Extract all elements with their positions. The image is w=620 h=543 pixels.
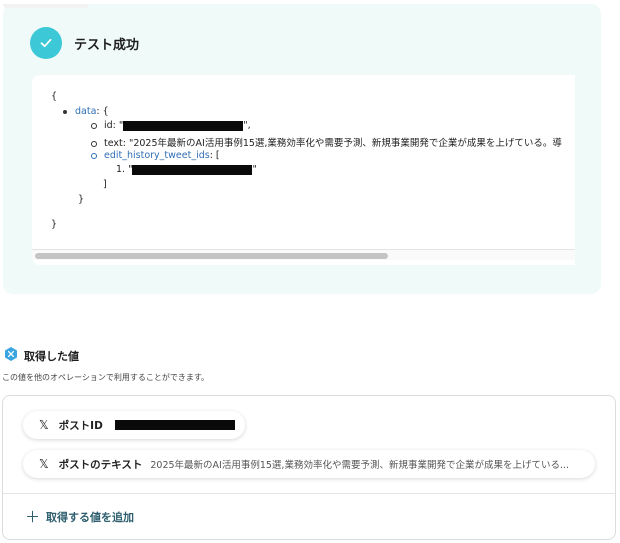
panel-tab: [3, 4, 89, 8]
json-history-line: edit_history_tweet_ids: [: [91, 150, 220, 161]
value-chip-post-id[interactable]: 𝕏 ポストID: [23, 411, 245, 439]
hexagon-x-icon: [3, 346, 19, 365]
json-data-line: data: {: [63, 106, 109, 117]
redacted-block: [123, 120, 244, 131]
json-id-label: id: ": [104, 120, 124, 131]
json-text-value: text: "2025年最新のAI活用事例15選,業務効率化や需要予測、新規事業…: [104, 138, 562, 149]
value-chip-post-text[interactable]: 𝕏 ポストのテキスト 2025年最新のAI活用事例15選,業務効率化や需要予測、…: [23, 450, 595, 478]
json-close-brace: }: [51, 219, 58, 230]
test-result-panel: テスト成功 { data: { id: " ", text: "2025年最新のA…: [3, 4, 601, 294]
divider: [3, 493, 615, 494]
acquired-values-heading: 取得した値: [3, 346, 79, 365]
acquired-values-title: 取得した値: [24, 349, 79, 363]
json-text-line: text: "2025年最新のAI活用事例15選,業務効率化や需要予測、新規事業…: [91, 135, 562, 149]
bullet: [63, 109, 67, 114]
json-history-open: : [: [209, 150, 220, 161]
json-data-open: : {: [96, 106, 109, 117]
plus-icon: ＋: [25, 508, 41, 526]
json-history-prefix: 1. ": [116, 164, 133, 175]
json-key-data[interactable]: data: [75, 106, 96, 117]
json-history-item: 1. " ": [116, 164, 257, 175]
bullet: [91, 140, 97, 147]
json-id-line: id: " ",: [91, 120, 251, 131]
json-output-viewer: { data: { id: " ", text: "2025年最新のAI活用事例1…: [32, 75, 575, 265]
redacted-block: [114, 420, 235, 430]
json-open-brace: {: [51, 91, 58, 102]
x-logo-icon: 𝕏: [39, 457, 49, 471]
x-logo-icon: 𝕏: [39, 418, 49, 432]
json-id-suffix: ",: [243, 120, 251, 131]
json-key-history[interactable]: edit_history_tweet_ids: [104, 150, 210, 161]
json-history-close: ]: [103, 179, 107, 190]
test-result-title: テスト成功: [74, 38, 140, 53]
scrollbar-thumb[interactable]: [35, 253, 388, 259]
bullet: [91, 152, 97, 159]
redacted-block: [132, 164, 253, 175]
horizontal-scrollbar[interactable]: [32, 249, 575, 260]
add-value-label: 取得する値を追加: [46, 510, 135, 524]
json-data-close: }: [78, 194, 85, 205]
chip-label: ポストのテキスト: [58, 458, 143, 471]
acquired-values-list: 𝕏 ポストID 𝕏 ポストのテキスト 2025年最新のAI活用事例15選,業務効…: [2, 395, 616, 540]
chip-label: ポストID: [58, 419, 103, 432]
json-history-suffix: ": [252, 164, 257, 175]
bullet: [91, 122, 97, 129]
add-value-button[interactable]: ＋ 取得する値を追加: [25, 506, 134, 527]
chip-value: 2025年最新のAI活用事例15選,業務効率化や需要予測、新規事業開発で企業が成…: [150, 460, 570, 471]
check-icon: [30, 27, 62, 59]
acquired-values-description: この値を他のオペレーションで利用することができます。: [2, 373, 210, 382]
